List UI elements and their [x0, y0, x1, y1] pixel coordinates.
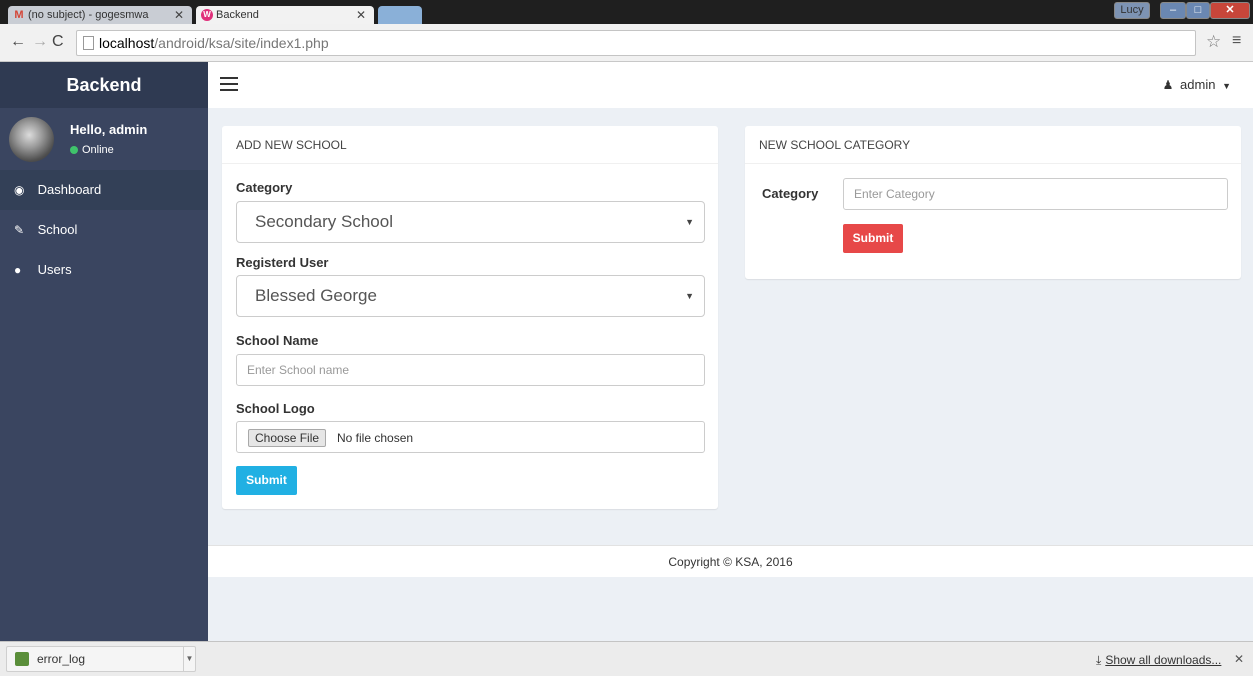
- category-submit-button[interactable]: Submit: [843, 224, 903, 253]
- add-school-title: ADD NEW SCHOOL: [222, 126, 718, 164]
- new-tab-button[interactable]: [378, 6, 422, 25]
- select-arrow-icon: ▼: [685, 217, 694, 227]
- admin-label: admin: [1180, 77, 1216, 92]
- no-file-text: No file chosen: [337, 431, 414, 445]
- sidebar: Backend Hello, admin Online ◉ Dashboard …: [0, 62, 208, 641]
- school-logo-file-input[interactable]: Choose File No file chosen: [236, 421, 705, 453]
- category-input[interactable]: Enter Category: [843, 178, 1228, 210]
- registered-user-select[interactable]: Blessed George ▼: [236, 275, 705, 317]
- select-arrow-icon: ▼: [685, 291, 694, 301]
- gmail-icon: M: [14, 9, 24, 21]
- tab-gmail-title: (no subject) - gogesmwa: [28, 9, 149, 21]
- show-all-downloads-link[interactable]: ⤓ Show all downloads...: [1096, 653, 1221, 668]
- add-school-submit-button[interactable]: Submit: [236, 466, 297, 495]
- sidebar-item-users[interactable]: ● Users: [0, 250, 208, 290]
- dashboard-icon: ◉: [14, 183, 25, 197]
- browser-tabstrip: M (no subject) - gogesmwa ✕ W Backend ✕ …: [0, 0, 1253, 25]
- top-header: ♟ admin ▼: [208, 62, 1253, 108]
- close-icon[interactable]: ✕: [1234, 652, 1244, 666]
- download-bar: error_log ▼ ⤓ Show all downloads... ✕: [0, 641, 1253, 676]
- forward-arrow-icon[interactable]: →: [32, 33, 48, 51]
- user-selected-value: Blessed George: [255, 286, 377, 305]
- maximize-icon[interactable]: □: [1186, 2, 1210, 19]
- download-filename: error_log: [37, 652, 86, 666]
- wrench-icon: ✎: [14, 223, 25, 237]
- back-arrow-icon[interactable]: ←: [10, 33, 26, 51]
- admin-user-menu[interactable]: ♟ admin ▼: [1163, 77, 1231, 92]
- sidebar-item-school[interactable]: ✎ School: [0, 210, 208, 250]
- footer-filler: [208, 577, 1253, 641]
- sidebar-item-dashboard[interactable]: ◉ Dashboard: [0, 170, 208, 210]
- minimize-icon[interactable]: –: [1160, 2, 1186, 19]
- category-label: Category: [236, 180, 293, 195]
- download-item[interactable]: error_log ▼: [6, 646, 196, 672]
- address-bar[interactable]: localhost/android/ksa/site/index1.php: [76, 30, 1196, 56]
- new-category-title: NEW SCHOOL CATEGORY: [745, 126, 1241, 164]
- copyright-text: Copyright © KSA, 2016: [668, 555, 793, 569]
- sidebar-item-label: Users: [37, 262, 72, 277]
- school-logo-label: School Logo: [236, 401, 315, 416]
- tab-close-icon[interactable]: ✕: [356, 6, 366, 24]
- new-category-label: Category: [762, 186, 819, 201]
- school-name-label: School Name: [236, 333, 319, 348]
- main-content: ADD NEW SCHOOL Category Secondary School…: [208, 108, 1253, 545]
- new-category-box: NEW SCHOOL CATEGORY Category Enter Categ…: [745, 126, 1241, 279]
- window-close-icon[interactable]: ✕: [1210, 2, 1250, 19]
- chevron-down-icon[interactable]: ▼: [183, 647, 195, 671]
- registered-user-label: Registerd User: [236, 255, 329, 270]
- user-icon: ♟: [1162, 78, 1174, 92]
- file-icon: [15, 652, 29, 666]
- online-dot-icon: [70, 146, 78, 154]
- sidebar-item-label: School: [37, 222, 78, 237]
- bookmark-star-icon[interactable]: ☆: [1206, 32, 1221, 52]
- caret-down-icon: ▼: [1222, 81, 1231, 91]
- school-name-input[interactable]: Enter School name: [236, 354, 705, 386]
- address-url: localhost/android/ksa/site/index1.php: [99, 35, 329, 51]
- choose-file-button[interactable]: Choose File: [248, 429, 327, 447]
- backend-favicon: W: [201, 9, 213, 21]
- page-footer: Copyright © KSA, 2016: [208, 545, 1253, 577]
- add-school-box: ADD NEW SCHOOL Category Secondary School…: [222, 126, 718, 509]
- browser-user-button[interactable]: Lucy: [1114, 2, 1150, 19]
- browser-menu-icon[interactable]: ≡: [1232, 32, 1241, 50]
- reload-icon[interactable]: C: [52, 33, 64, 51]
- download-icon: ⤓: [1096, 653, 1102, 667]
- tab-close-icon[interactable]: ✕: [174, 6, 184, 24]
- online-status: Online: [70, 144, 114, 156]
- category-selected-value: Secondary School: [255, 212, 393, 231]
- tab-backend-title: Backend: [216, 9, 259, 21]
- avatar: [9, 117, 54, 162]
- user-greeting: Hello, admin: [70, 122, 148, 137]
- globe-icon: ●: [14, 263, 22, 277]
- hamburger-menu-icon[interactable]: [220, 77, 238, 91]
- tab-backend[interactable]: W Backend ✕: [196, 6, 374, 25]
- brand-logo[interactable]: Backend: [0, 62, 208, 108]
- browser-toolbar: ← → C localhost/android/ksa/site/index1.…: [0, 24, 1253, 62]
- tab-gmail[interactable]: M (no subject) - gogesmwa ✕: [8, 6, 192, 25]
- category-select[interactable]: Secondary School ▼: [236, 201, 705, 243]
- page-icon: [83, 36, 94, 50]
- sidebar-item-label: Dashboard: [37, 182, 102, 197]
- sidebar-menu: ◉ Dashboard ✎ School ● Users: [0, 170, 208, 290]
